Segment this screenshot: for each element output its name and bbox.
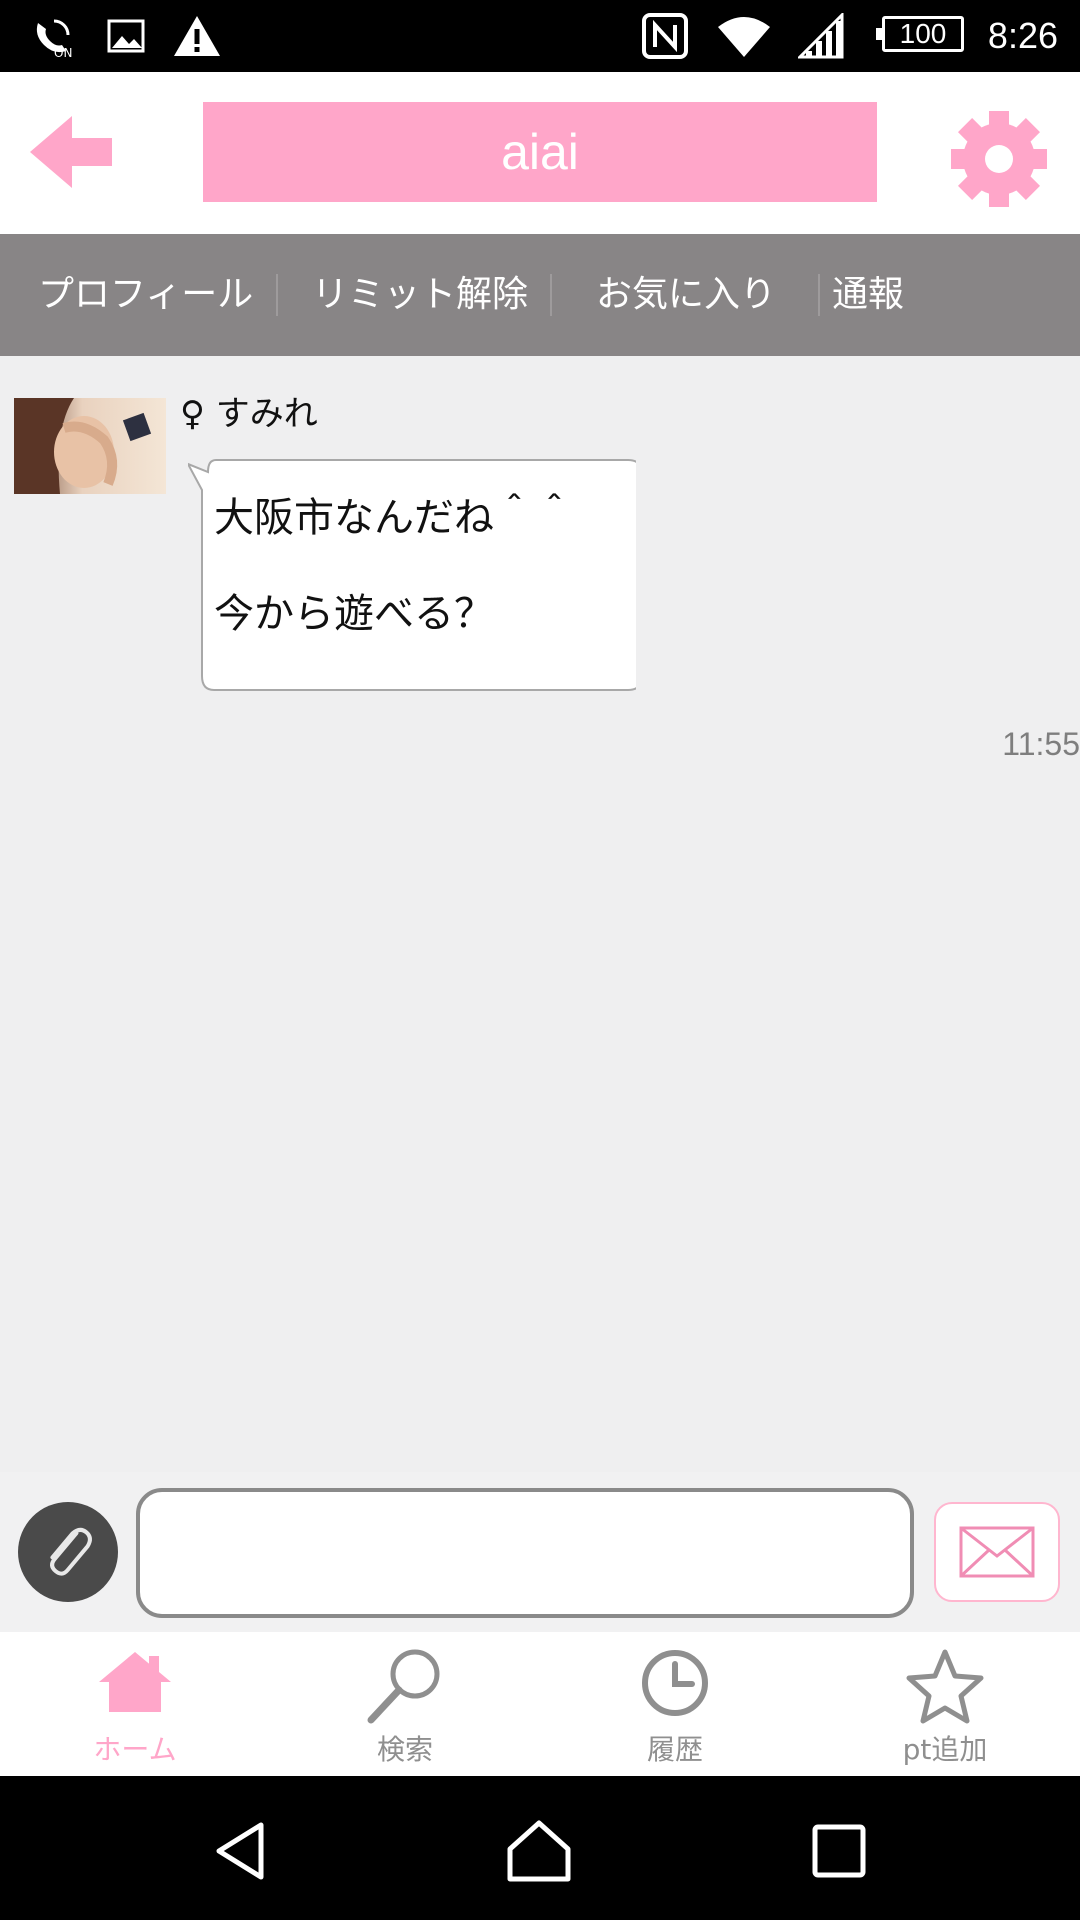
tab-divider xyxy=(818,274,820,316)
sender-avatar[interactable] xyxy=(14,398,166,494)
nav-history-label: 履歴 xyxy=(646,1733,703,1766)
nfc-call-on-icon: ON xyxy=(28,0,78,72)
status-time: 8:26 xyxy=(987,15,1058,56)
tab-divider xyxy=(550,274,552,316)
battery-indicator: 100 xyxy=(876,16,964,52)
send-button[interactable] xyxy=(934,1502,1060,1602)
gear-icon xyxy=(951,111,1047,207)
message-timestamp: 11:55 xyxy=(1002,726,1080,762)
clock-icon xyxy=(642,1650,708,1716)
tab-profile[interactable]: プロフィール xyxy=(38,234,253,356)
home-icon xyxy=(507,1820,571,1882)
tab-menu: プロフィール リミット解除 お気に入り 通報 xyxy=(0,234,1080,356)
nav-add-points-label: pt追加 xyxy=(902,1733,988,1766)
sender-name: ♀ すみれ xyxy=(180,394,318,434)
system-nav-bar xyxy=(0,1776,1080,1920)
nav-home-label: ホーム xyxy=(93,1733,177,1766)
tab-divider xyxy=(276,274,278,316)
back-button[interactable] xyxy=(28,112,118,192)
star-icon xyxy=(906,1649,984,1724)
signal-icon xyxy=(798,0,844,72)
nav-search[interactable]: 検索 xyxy=(270,1632,540,1776)
image-icon xyxy=(106,0,146,72)
nav-home[interactable]: ホーム xyxy=(0,1632,270,1776)
nav-history[interactable]: 履歴 xyxy=(540,1632,810,1776)
envelope-icon xyxy=(959,1526,1035,1578)
nav-search-label: 検索 xyxy=(376,1733,433,1766)
home-icon xyxy=(99,1652,171,1712)
message-text: 大阪市なんだね＾＾ 今から遊べる？ xyxy=(214,495,574,637)
system-home-button[interactable] xyxy=(494,1806,584,1896)
back-arrow-icon xyxy=(30,116,112,188)
tab-favorites[interactable]: お気に入り xyxy=(596,234,776,356)
nav-add-points[interactable]: pt追加 xyxy=(810,1632,1080,1776)
wifi-icon xyxy=(714,0,774,72)
back-icon xyxy=(216,1822,264,1880)
status-bar: ON 100 8:26 xyxy=(0,0,1080,72)
bottom-nav: ホーム 検索 履歴 pt追加 xyxy=(0,1632,1080,1776)
page-title: aiai xyxy=(203,102,877,202)
svg-text:ON: ON xyxy=(54,46,72,60)
system-back-button[interactable] xyxy=(196,1806,286,1896)
paperclip-icon xyxy=(50,1527,92,1576)
warning-icon xyxy=(172,0,222,72)
composer-bar xyxy=(0,1472,1080,1632)
tab-limit-release[interactable]: リミット解除 xyxy=(312,234,528,356)
tab-report[interactable]: 通報 xyxy=(832,234,904,356)
nfc-icon xyxy=(640,0,690,72)
search-icon xyxy=(367,1649,440,1724)
settings-button[interactable] xyxy=(948,108,1050,210)
attach-button[interactable] xyxy=(18,1502,118,1602)
message-input[interactable] xyxy=(136,1488,914,1618)
app-header: aiai xyxy=(0,72,1080,234)
recents-icon xyxy=(812,1824,866,1878)
system-recents-button[interactable] xyxy=(794,1806,884,1896)
